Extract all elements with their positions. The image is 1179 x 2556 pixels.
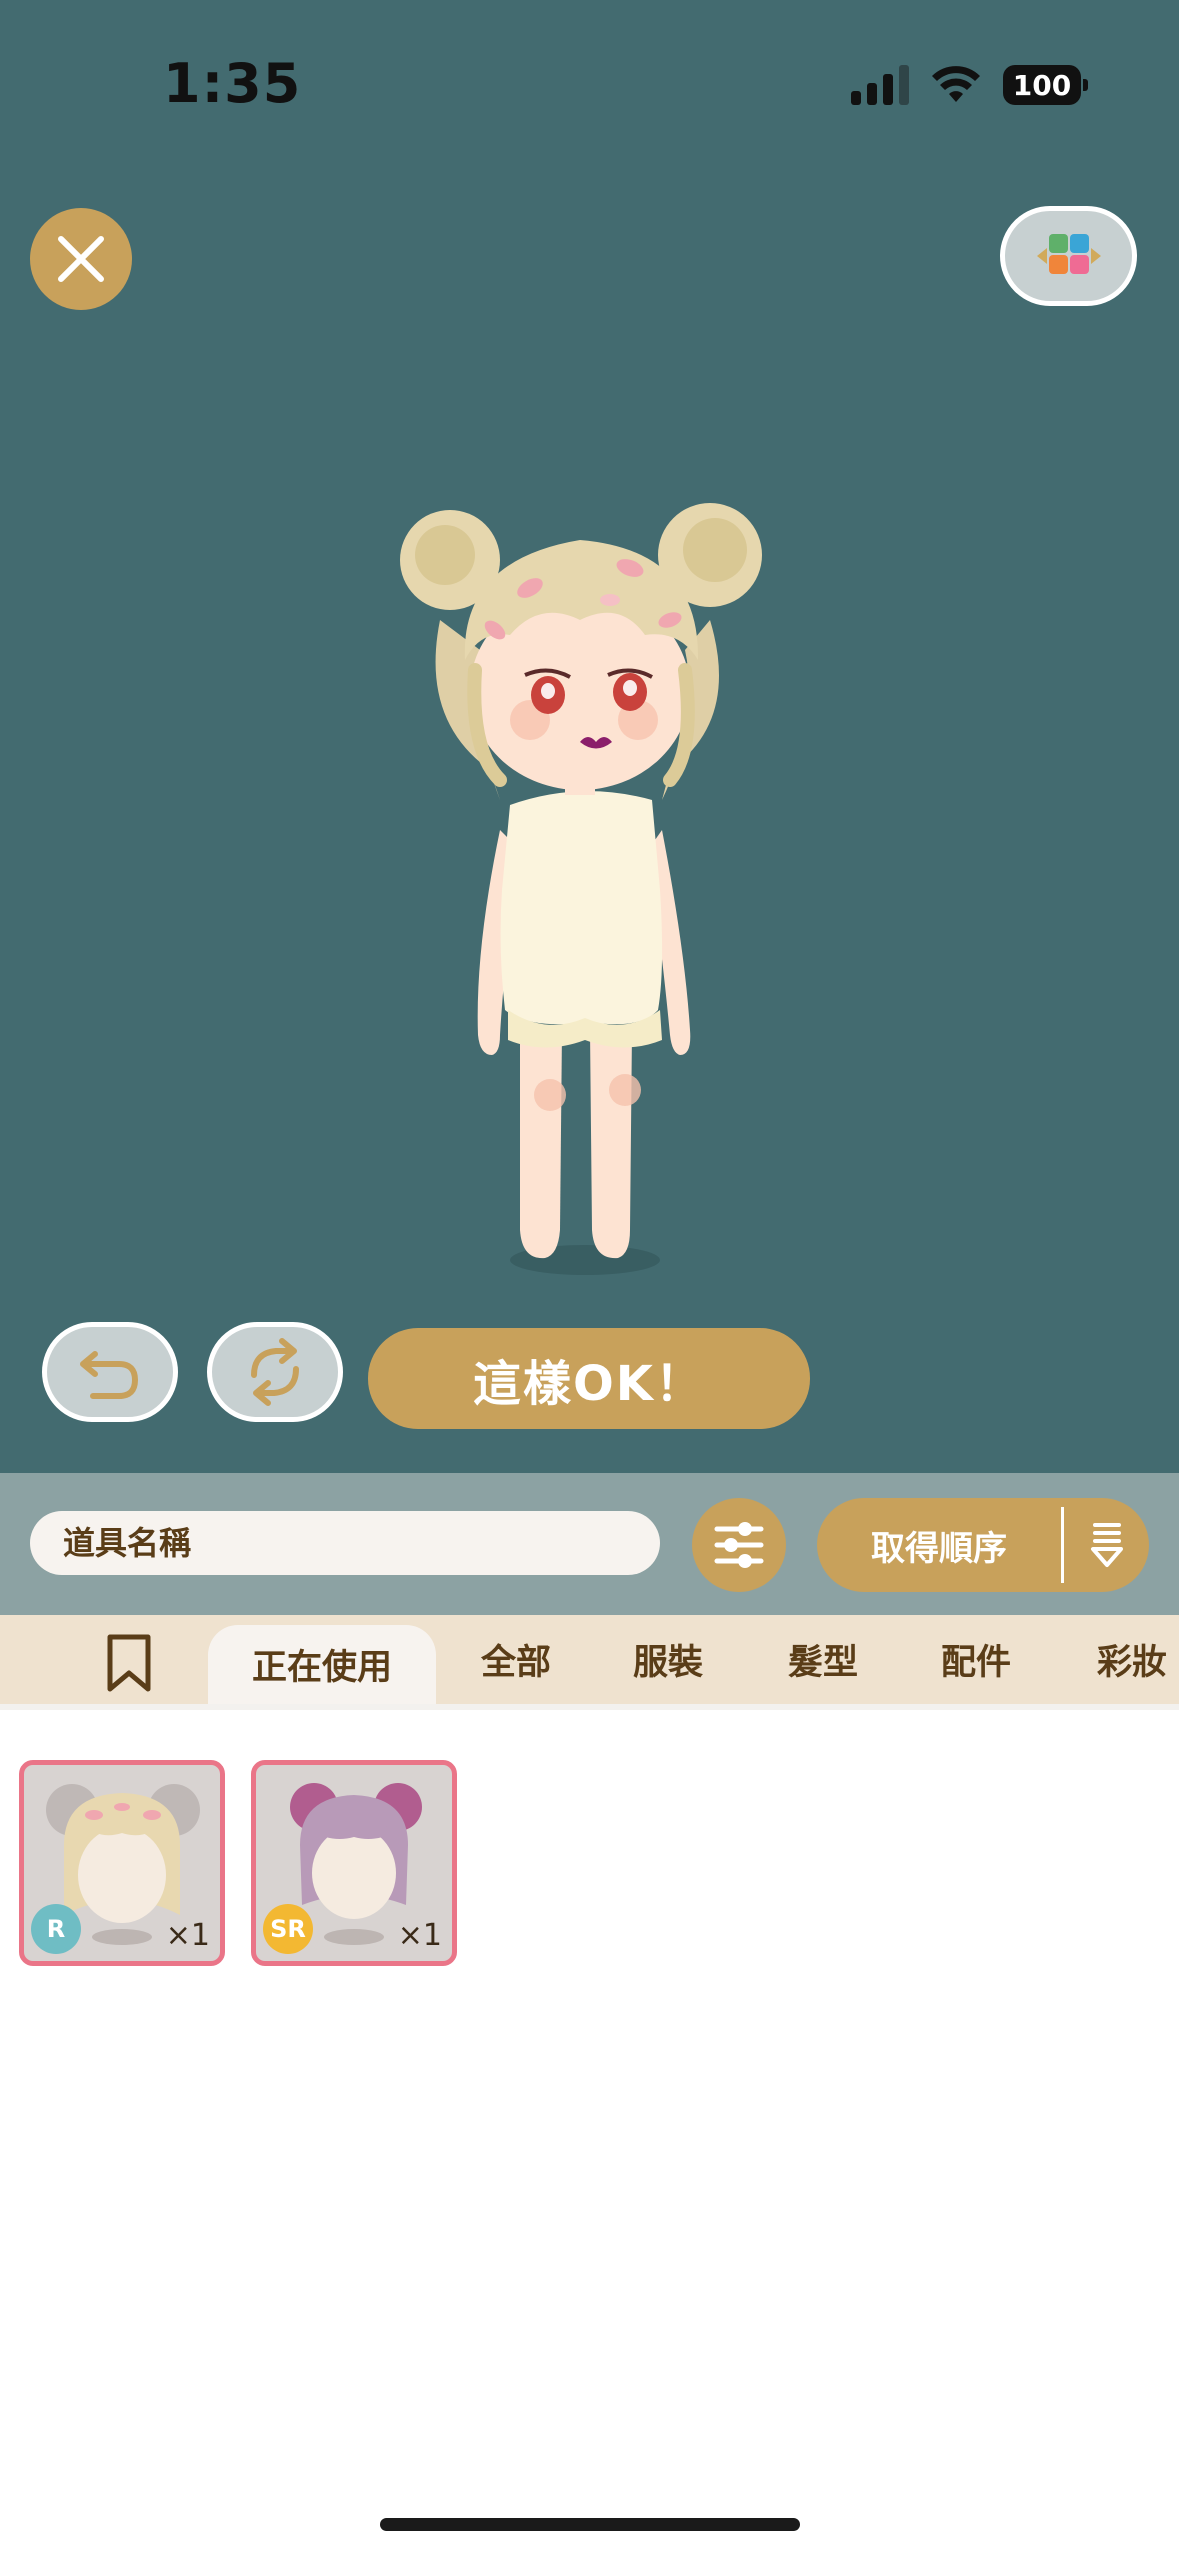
refresh-icon [251, 1338, 299, 1406]
item-name-search-input[interactable] [30, 1511, 660, 1575]
category-tabs: 正在使用 全部 服裝 髮型 配件 彩妝 [0, 1615, 1179, 1704]
tab-outfit[interactable]: 服裝 [628, 1615, 708, 1704]
sort-direction-toggle[interactable] [1064, 1521, 1149, 1569]
bookmark-icon [107, 1634, 151, 1692]
filter-button[interactable] [692, 1498, 786, 1592]
battery-icon: 100 [1003, 65, 1088, 105]
status-icons: 100 [851, 60, 1088, 110]
cellular-signal-icon [851, 65, 909, 105]
item-card[interactable]: R ×1 [19, 1760, 225, 1966]
dressup-stage: 1:35 100 這樣OK！ [0, 0, 1179, 1473]
tab-in-use[interactable]: 正在使用 [208, 1625, 436, 1704]
avatar-character [400, 503, 762, 1275]
close-button[interactable] [30, 208, 132, 310]
randomize-button[interactable] [207, 1322, 343, 1422]
home-indicator[interactable] [380, 2518, 800, 2531]
tab-makeup[interactable]: 彩妝 [1092, 1615, 1172, 1704]
tab-accessories[interactable]: 配件 [936, 1615, 1016, 1704]
confirm-ok-button[interactable]: 這樣OK！ [368, 1328, 810, 1429]
sort-order-button[interactable]: 取得順序 [817, 1498, 1149, 1592]
tab-hairstyle[interactable]: 髮型 [783, 1615, 863, 1704]
close-icon [58, 236, 104, 282]
tab-all[interactable]: 全部 [476, 1615, 556, 1704]
wifi-icon [932, 66, 980, 102]
status-time: 1:35 [163, 52, 302, 115]
sliders-icon [714, 1522, 764, 1568]
sort-descending-icon [1090, 1523, 1123, 1567]
sort-order-label: 取得順序 [871, 1528, 1007, 1569]
tab-bookmarks[interactable] [104, 1633, 154, 1693]
background-switch-button[interactable] [1000, 206, 1137, 306]
item-quantity: ×1 [397, 1918, 442, 1953]
item-card[interactable]: SR ×1 [251, 1760, 457, 1966]
item-quantity: ×1 [165, 1918, 210, 1953]
rarity-badge: R [31, 1904, 81, 1954]
undo-icon [80, 1351, 139, 1399]
rarity-badge: SR [263, 1904, 313, 1954]
color-grid-icon [1036, 234, 1101, 274]
filter-toolbar: 取得順序 [0, 1473, 1179, 1615]
undo-button[interactable] [42, 1322, 178, 1422]
